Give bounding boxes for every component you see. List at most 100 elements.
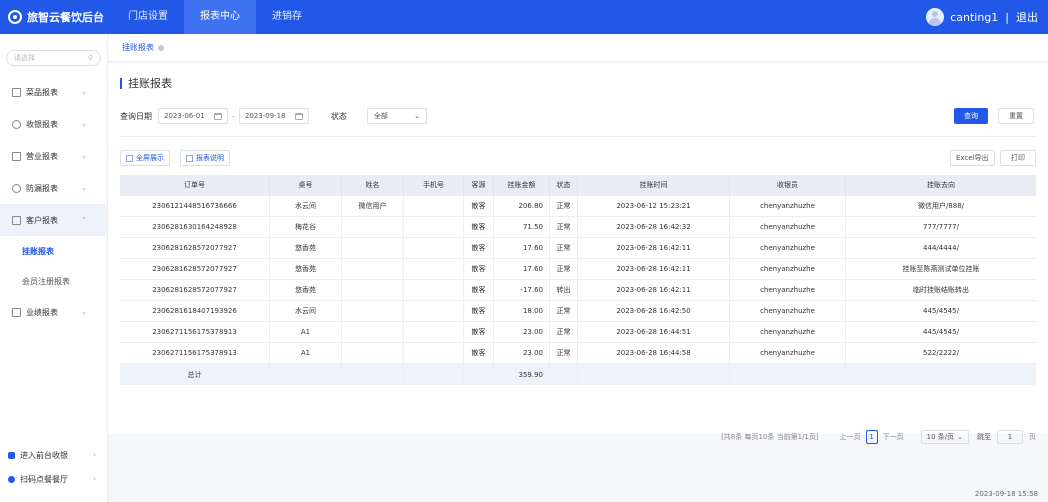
app-logo[interactable]: 旅智云餐饮后台 bbox=[0, 9, 108, 25]
table-row[interactable]: 2306271156175378913 A1 散客 23.00 正常 2023-06-28… bbox=[120, 343, 1036, 364]
table-cell bbox=[730, 364, 846, 385]
logo-text: 旅智云餐饮后台 bbox=[27, 11, 104, 24]
date-end-input[interactable]: 2023-09-18 bbox=[238, 108, 309, 124]
nav-report-center[interactable]: 报表中心 bbox=[184, 0, 256, 34]
sidebar-subitem-member-registration-report[interactable]: 会员注册报表 bbox=[0, 266, 107, 296]
header-status[interactable]: 状态 bbox=[550, 175, 578, 195]
sidebar-link-front-cashier[interactable]: 进入前台收银 › bbox=[0, 444, 108, 466]
page-unit: 页 bbox=[1029, 433, 1036, 441]
prev-page-button[interactable]: 上一页 bbox=[840, 432, 861, 442]
user-separator: | bbox=[1005, 10, 1009, 24]
table-cell: 2023-06-28 16:44:58 bbox=[578, 343, 730, 363]
excel-export-button[interactable]: Excel导出 bbox=[950, 150, 995, 166]
table-cell: 正常 bbox=[550, 259, 578, 279]
table-cell bbox=[342, 322, 404, 342]
table-cell: 2306281628572077927 bbox=[120, 259, 270, 279]
dish-report-icon bbox=[12, 87, 21, 97]
sidebar: 请选择 ⚲ 菜品报表 ⌄ 收银报表 ⌄ 营业报表 ⌄ 防漏报表 ⌄ 客户报表 ⌃… bbox=[0, 34, 108, 502]
date-start-input[interactable]: 2023-06-01 bbox=[158, 108, 228, 124]
calendar-icon bbox=[214, 112, 222, 120]
print-button[interactable]: 打印 bbox=[1000, 150, 1036, 166]
sidebar-item-performance-report[interactable]: 业绩报表 ⌄ bbox=[0, 296, 107, 328]
report-description-button[interactable]: 报表说明 bbox=[180, 150, 230, 166]
header-amount[interactable]: 挂账金额 bbox=[494, 175, 550, 195]
chevron-right-icon: › bbox=[93, 451, 96, 459]
goto-page-input[interactable]: 1 bbox=[997, 430, 1023, 444]
top-bar: 旅智云餐饮后台 门店设置 报表中心 进销存 canting1 | 退出 bbox=[0, 0, 1048, 34]
header-destination[interactable]: 挂账去向 bbox=[846, 175, 1036, 195]
reset-button[interactable]: 重置 bbox=[998, 108, 1034, 124]
logout-link[interactable]: 退出 bbox=[1016, 9, 1038, 25]
table-row[interactable]: 2306281628572077927 悠香苑 散客 17.60 正常 2023-06-2… bbox=[120, 259, 1036, 280]
sidebar-item-customer-report[interactable]: 客户报表 ⌃ bbox=[0, 204, 107, 236]
table-cell: 散客 bbox=[464, 343, 494, 363]
nav-store-settings[interactable]: 门店设置 bbox=[112, 0, 184, 34]
close-icon[interactable] bbox=[158, 44, 164, 51]
table-cell: 17.60 bbox=[494, 238, 550, 258]
table-cell: chenyanzhuzhe bbox=[730, 343, 846, 363]
sidebar-item-leak-prevention-report[interactable]: 防漏报表 ⌄ bbox=[0, 172, 107, 204]
query-button[interactable]: 查询 bbox=[954, 108, 988, 124]
header-phone[interactable]: 手机号 bbox=[404, 175, 464, 195]
table-cell: 散客 bbox=[464, 259, 494, 279]
header-table-no[interactable]: 桌号 bbox=[270, 175, 342, 195]
table-cell: 2306281630164248928 bbox=[120, 217, 270, 237]
sidebar-item-business-report[interactable]: 营业报表 ⌄ bbox=[0, 140, 107, 172]
fullscreen-button[interactable]: 全屏展示 bbox=[120, 150, 170, 166]
table-cell: 散客 bbox=[464, 238, 494, 258]
user-name[interactable]: canting1 bbox=[950, 11, 998, 24]
tab-credit-report[interactable]: 挂账报表 bbox=[122, 42, 164, 53]
total-amount: 359.90 bbox=[494, 364, 550, 385]
header-name[interactable]: 姓名 bbox=[342, 175, 404, 195]
header-credit-time[interactable]: 挂账时间 bbox=[578, 175, 730, 195]
table-row[interactable]: 23061214485167366​66 水云间 微信用户 散客 206.80 正常 202… bbox=[120, 196, 1036, 217]
sidebar-link-scan-order[interactable]: 扫码点餐餐厅 › bbox=[0, 468, 108, 490]
table-cell: 2306271156175378913 bbox=[120, 343, 270, 363]
table-cell bbox=[404, 196, 464, 216]
status-select[interactable]: 全部 ⌄ bbox=[366, 108, 427, 124]
pagination: [共8条 每页10条 当前第1/1页] 上一页 1 下一页 10 条/页 ⌄ 跳… bbox=[721, 430, 1036, 444]
nav-inventory[interactable]: 进销存 bbox=[256, 0, 318, 34]
next-page-button[interactable]: 下一页 bbox=[883, 432, 904, 442]
chevron-right-icon: › bbox=[93, 475, 96, 483]
performance-report-icon bbox=[12, 307, 21, 317]
table-cell bbox=[464, 364, 494, 385]
table-row[interactable]: 2306281628572077927 悠香苑 散客 17.60 正常 2023-06-2… bbox=[120, 238, 1036, 259]
sidebar-item-cashier-report[interactable]: 收银报表 ⌄ bbox=[0, 108, 107, 140]
sidebar-subitem-credit-report[interactable]: 挂账报表 bbox=[0, 236, 107, 266]
page-size-select[interactable]: 10 条/页 ⌄ bbox=[920, 430, 969, 444]
header-order-no[interactable]: 订单号 bbox=[120, 175, 270, 195]
table-cell: 23.00 bbox=[494, 322, 550, 342]
table-cell: 2306281618407193926 bbox=[120, 301, 270, 321]
table-cell bbox=[404, 343, 464, 363]
report-panel: 挂账报表 查询日期 2023-06-01 - 2023-09-18 状态 全部 … bbox=[108, 64, 1048, 444]
date-label: 查询日期 bbox=[120, 111, 152, 121]
table-cell bbox=[342, 217, 404, 237]
sidebar-item-label: 营业报表 bbox=[26, 151, 58, 161]
sidebar-link-label: 扫码点餐餐厅 bbox=[20, 474, 68, 484]
table-row[interactable]: 2306281618407193926 水云间 散客 18.00 正常 2023-06-2… bbox=[120, 301, 1036, 322]
header-cashier[interactable]: 收银员 bbox=[730, 175, 846, 195]
table-row[interactable]: 2306281628572077927 悠香苑 散客 -17.60 转出 2023-06-… bbox=[120, 280, 1036, 301]
table-cell: 2023-06-28 16:42:32 bbox=[578, 217, 730, 237]
table-total-row: 总计 359.90 bbox=[120, 364, 1036, 385]
table-cell: 777/7777/ bbox=[923, 223, 959, 231]
chevron-down-icon: ⌄ bbox=[957, 433, 963, 441]
sidebar-search-input[interactable]: 请选择 ⚲ bbox=[6, 50, 101, 66]
avatar[interactable] bbox=[926, 8, 945, 26]
page-title: 挂账报表 bbox=[120, 78, 172, 89]
table-cell: 水云间 bbox=[270, 196, 342, 216]
sidebar-item-dish-report[interactable]: 菜品报表 ⌄ bbox=[0, 76, 107, 108]
header-source[interactable]: 客源 bbox=[464, 175, 494, 195]
sidebar-item-label: 菜品报表 bbox=[26, 87, 58, 97]
logo-icon bbox=[8, 10, 22, 24]
table-cell: 散客 bbox=[464, 196, 494, 216]
table-row[interactable]: 2306281630164248928 梅花谷 散客 71.50 正常 2023-06-2… bbox=[120, 217, 1036, 238]
table-cell: chenyanzhuzhe bbox=[730, 280, 846, 300]
current-page-button[interactable]: 1 bbox=[865, 430, 878, 444]
table-row[interactable]: 2306271156175378913 A1 散客 23.00 正常 2023-06-28… bbox=[120, 322, 1036, 343]
status-label: 状态 bbox=[330, 111, 347, 121]
table-cell: 微信用户/888/ bbox=[917, 202, 965, 210]
table-cell: 2306271156175378913 bbox=[120, 322, 270, 342]
report-description-label: 报表说明 bbox=[196, 154, 224, 162]
